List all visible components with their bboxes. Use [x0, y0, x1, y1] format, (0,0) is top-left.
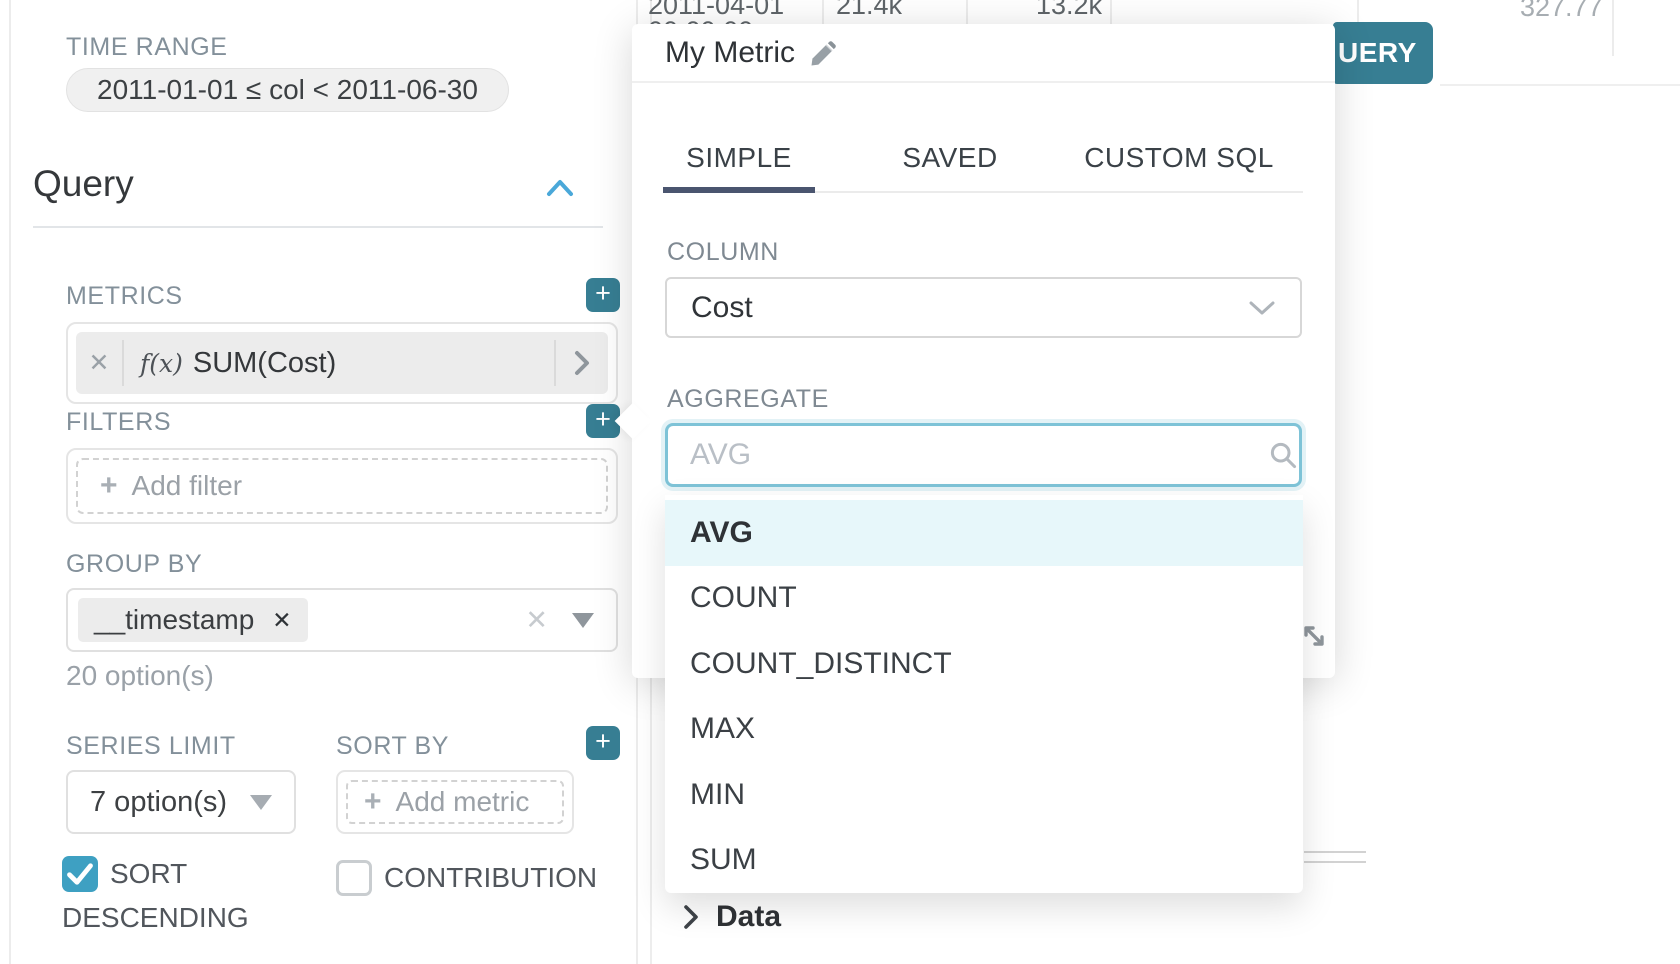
table-grid-line — [1110, 0, 1112, 24]
group-by-label: GROUP BY — [66, 550, 202, 579]
left-panel-border — [9, 0, 11, 964]
series-limit-select[interactable]: 7 option(s) — [66, 770, 296, 834]
caret-down-icon — [250, 795, 272, 810]
time-range-label: TIME RANGE — [66, 33, 228, 62]
time-range-pill[interactable]: 2011-01-01 ≤ col < 2011-06-30 — [66, 68, 509, 112]
function-icon: f(x) — [140, 349, 183, 378]
data-panel-toggle[interactable]: Data — [682, 900, 781, 934]
add-metric-plus-button[interactable]: + — [586, 278, 620, 312]
tab-simple[interactable]: SIMPLE — [663, 124, 815, 191]
tab-custom-sql[interactable]: CUSTOM SQL — [1068, 124, 1290, 191]
metric-title: My Metric — [665, 36, 795, 70]
aggregate-label: AGGREGATE — [667, 385, 829, 414]
edit-metric-chevron[interactable] — [556, 350, 608, 376]
contribution-option[interactable]: CONTRIBUTION — [336, 856, 636, 900]
add-sort-metric-label: Add metric — [396, 786, 530, 818]
clear-select-icon[interactable]: ✕ — [525, 605, 548, 636]
chevron-right-icon — [574, 350, 590, 376]
tab-saved[interactable]: SAVED — [874, 124, 1026, 191]
chart-splitter-handle[interactable] — [1304, 861, 1366, 863]
checkbox-checked-icon[interactable] — [62, 856, 98, 892]
option-count[interactable]: COUNT — [665, 566, 1303, 632]
chevron-right-icon — [682, 903, 700, 931]
series-limit-label: SERIES LIMIT — [66, 732, 236, 761]
metric-pill[interactable]: ✕ f(x) SUM(Cost) — [76, 332, 608, 394]
plus-icon: + — [100, 469, 118, 503]
table-cell-value: 327.77 — [1520, 0, 1603, 23]
column-select-value: Cost — [691, 291, 753, 325]
section-divider — [33, 226, 603, 228]
aggregate-input[interactable] — [665, 423, 1302, 487]
collapse-section-icon[interactable] — [546, 178, 574, 198]
table-row-line — [1440, 84, 1680, 86]
table-cell-value: 13.2k — [1036, 0, 1102, 21]
group-by-options-hint: 20 option(s) — [66, 660, 214, 692]
table-grid-line — [822, 0, 824, 24]
time-range-value: 2011-01-01 ≤ col < 2011-06-30 — [97, 74, 478, 106]
popover-header-divider — [632, 81, 1335, 83]
group-by-select[interactable]: __timestamp ✕ ✕ — [66, 588, 618, 652]
metric-name: SUM(Cost) — [193, 347, 336, 380]
popover-header: My Metric — [665, 36, 839, 70]
sort-by-label: SORT BY — [336, 732, 449, 761]
table-grid-line — [966, 0, 968, 24]
chart-splitter-handle[interactable] — [1304, 851, 1366, 853]
aggregate-options-dropdown: AVG COUNT COUNT_DISTINCT MAX MIN SUM — [665, 495, 1303, 893]
caret-down-icon[interactable] — [572, 613, 594, 628]
add-filter-button[interactable]: + Add filter — [76, 458, 608, 514]
run-query-label: UERY — [1338, 37, 1417, 69]
option-count-distinct[interactable]: COUNT_DISTINCT — [665, 631, 1303, 697]
metrics-dropzone[interactable]: ✕ f(x) SUM(Cost) — [66, 322, 618, 404]
group-by-tag-label: __timestamp — [94, 604, 254, 636]
group-by-tag[interactable]: __timestamp ✕ — [78, 598, 308, 642]
option-max[interactable]: MAX — [665, 697, 1303, 763]
add-filter-label: Add filter — [132, 470, 243, 502]
query-section-title: Query — [33, 163, 134, 205]
column-select[interactable]: Cost — [665, 277, 1302, 338]
series-limit-value: 7 option(s) — [90, 786, 227, 819]
resize-popover-icon[interactable] — [1300, 621, 1328, 651]
explore-page: TIME RANGE 2011-01-01 ≤ col < 2011-06-30… — [0, 0, 1680, 964]
edit-pencil-icon[interactable] — [809, 38, 839, 68]
option-min[interactable]: MIN — [665, 762, 1303, 828]
pill-divider — [122, 340, 124, 386]
metric-tabs: SIMPLE SAVED CUSTOM SQL — [663, 124, 1303, 193]
search-icon — [1268, 440, 1298, 470]
chevron-down-icon — [1248, 300, 1276, 316]
table-cell-value: 21.4k — [836, 0, 902, 21]
add-sort-metric-button[interactable]: + Add metric — [346, 780, 564, 824]
popover-arrow — [615, 403, 652, 440]
sort-descending-option[interactable]: SORT DESCENDING — [62, 852, 342, 940]
sort-by-dropzone: + Add metric — [336, 770, 574, 834]
run-query-button[interactable]: UERY — [1333, 22, 1433, 84]
plus-icon: + — [364, 785, 382, 819]
option-sum[interactable]: SUM — [665, 828, 1303, 894]
contribution-label: CONTRIBUTION — [384, 862, 597, 893]
remove-metric-icon[interactable]: ✕ — [76, 348, 122, 378]
filters-label: FILTERS — [66, 408, 171, 437]
data-panel-title: Data — [716, 900, 781, 934]
option-avg[interactable]: AVG — [665, 500, 1303, 566]
table-grid-line — [1357, 0, 1359, 22]
add-sort-metric-plus-button[interactable]: + — [586, 726, 620, 760]
metrics-label: METRICS — [66, 282, 183, 311]
remove-tag-icon[interactable]: ✕ — [272, 607, 291, 634]
filters-dropzone: + Add filter — [66, 448, 618, 524]
table-grid-line — [1612, 0, 1614, 56]
checkbox-unchecked-icon[interactable] — [336, 860, 372, 896]
column-label: COLUMN — [667, 238, 779, 267]
